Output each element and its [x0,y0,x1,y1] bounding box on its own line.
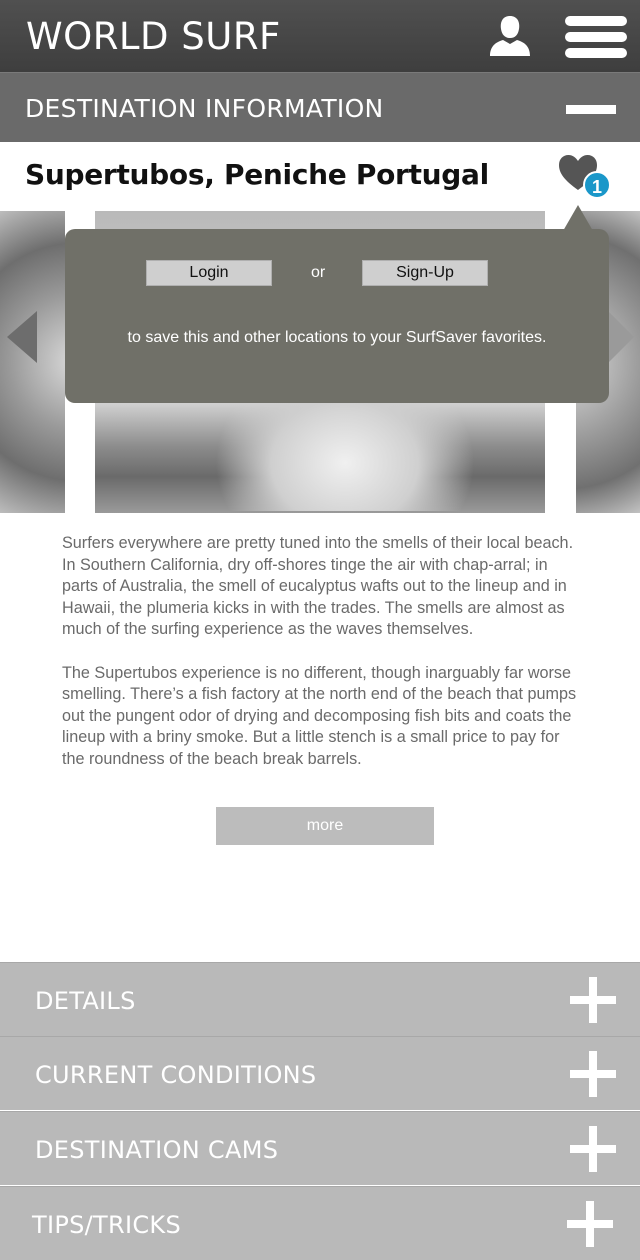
arrow-right-icon[interactable] [608,311,634,363]
popup-or-text: or [311,264,326,281]
collapse-icon[interactable] [566,105,616,114]
accordion-destination-cams[interactable]: DESTINATION CAMS [0,1111,640,1185]
arrow-left-icon[interactable] [7,311,37,363]
login-button[interactable]: Login [146,260,272,286]
plus-icon[interactable] [567,1201,613,1247]
plus-icon[interactable] [570,1051,616,1097]
description-paragraph: Surfers everywhere are pretty tuned into… [62,534,574,639]
more-button[interactable]: more [216,807,434,845]
favorites-popup: Login or Sign-Up to save this and other … [65,229,609,403]
accordion-label: DESTINATION CAMS [35,1136,279,1164]
popup-message: to save this and other locations to your… [127,329,547,346]
accordion-label: DETAILS [35,987,136,1015]
accordion-tips-tricks[interactable]: TIPS/TRICKS [0,1186,640,1260]
accordion-label: CURRENT CONDITIONS [35,1061,317,1089]
accordion-current-conditions[interactable]: CURRENT CONDITIONS [0,1036,640,1110]
description-paragraph: The Supertubos experience is no differen… [62,663,577,768]
app-title: WORLD SURF [26,15,281,58]
destination-description: Surfers everywhere are pretty tuned into… [62,533,582,792]
user-icon[interactable] [488,14,532,56]
accordion-label: TIPS/TRICKS [32,1211,181,1239]
accordion-details[interactable]: DETAILS [0,962,640,1036]
menu-icon[interactable] [565,16,627,60]
top-bar: WORLD SURF [0,0,640,72]
plus-icon[interactable] [570,1126,616,1172]
destination-title: Supertubos, Peniche Portugal [25,158,489,191]
favorites-count-badge: 1 [583,171,611,199]
signup-button[interactable]: Sign-Up [362,260,488,286]
plus-icon[interactable] [570,977,616,1023]
section-title: DESTINATION INFORMATION [25,94,384,123]
section-bar: DESTINATION INFORMATION [0,72,640,142]
popup-pointer [563,205,593,231]
